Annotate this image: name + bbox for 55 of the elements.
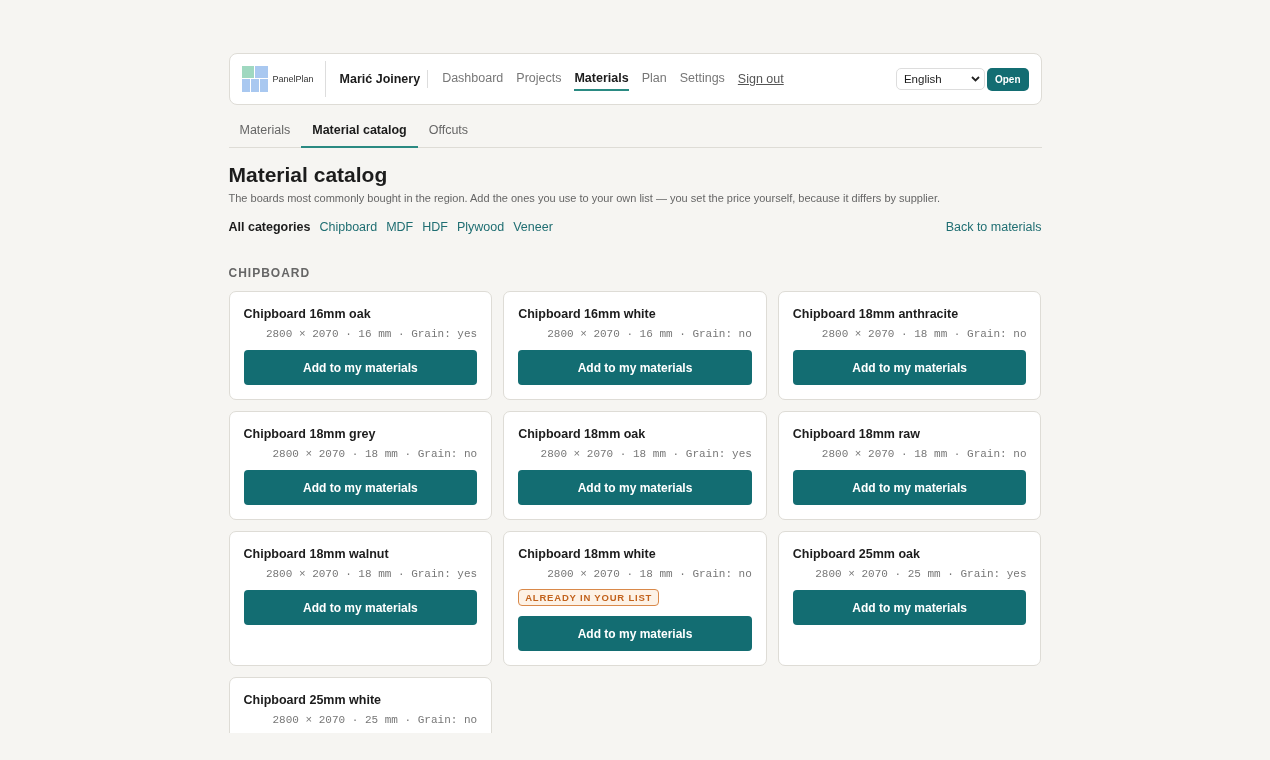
material-spec: 2800 × 2070 · 16 mm · Grain: no — [546, 328, 752, 340]
material-name: Chipboard 18mm oak — [518, 427, 647, 441]
chevron-icon — [970, 76, 980, 82]
tab[interactable]: Material catalog — [301, 117, 418, 148]
material-name: Chipboard 18mm grey — [243, 427, 377, 441]
nav-link[interactable]: Dashboard — [442, 67, 504, 91]
material-spec: 2800 × 2070 · 18 mm · Grain: no — [271, 448, 478, 460]
material-name: Chipboard 18mm anthracite — [792, 307, 960, 321]
material-spec: 2800 × 2070 · 18 mm · Grain: no — [820, 448, 1027, 460]
category-filter[interactable]: Plywood — [456, 220, 505, 234]
material-name: Chipboard 25mm oak — [792, 547, 921, 561]
back-link[interactable]: Back to materials — [945, 220, 1042, 234]
tab[interactable]: Offcuts — [417, 117, 480, 148]
material-spec: 2800 × 2070 · 18 mm · Grain: no — [820, 328, 1027, 340]
add-button[interactable]: Add to my materials — [243, 590, 478, 625]
nav-link[interactable]: Projects — [516, 67, 562, 91]
add-button[interactable]: Add to my materials — [518, 616, 752, 651]
sign-out-link[interactable]: Sign out — [737, 72, 784, 86]
add-button[interactable]: Add to my materials — [518, 470, 752, 505]
material-spec: 2800 × 2070 · 18 mm · Grain: no — [546, 568, 752, 580]
page-title: Material catalog — [228, 163, 389, 187]
language-select[interactable]: English — [895, 68, 985, 90]
add-button[interactable]: Add to my materials — [518, 350, 752, 385]
material-spec: 2800 × 2070 · 18 mm · Grain: yes — [539, 448, 752, 460]
page-description: The boards most commonly bought in the region. Add the ones you use to your own list — you set the price yourself, because it differs by supplier. — [228, 192, 942, 204]
material-name: Chipboard 16mm white — [518, 307, 657, 321]
section-heading: CHIPBOARD — [228, 266, 312, 280]
add-button[interactable]: Add to my materials — [792, 350, 1027, 385]
material-name: Chipboard 18mm white — [518, 547, 657, 561]
open-button[interactable]: Open — [986, 67, 1029, 91]
category-filter[interactable]: Chipboard — [319, 220, 378, 234]
nav-link[interactable]: Plan — [641, 67, 667, 91]
material-spec: 2800 × 2070 · 18 mm · Grain: yes — [264, 568, 478, 580]
add-button[interactable]: Add to my materials — [243, 350, 478, 385]
material-name: Chipboard 18mm walnut — [243, 547, 390, 561]
logo-text: PanelPlan — [272, 74, 314, 84]
tab[interactable]: Materials — [228, 117, 302, 148]
logo-icon — [241, 66, 268, 92]
category-filter[interactable]: HDF — [422, 220, 448, 234]
material-name: Chipboard 18mm raw — [792, 427, 921, 441]
material-name: Chipboard 16mm oak — [243, 307, 372, 321]
material-name: Chipboard 25mm white — [243, 693, 383, 707]
material-spec: 2800 × 2070 · 25 mm · Grain: no — [271, 714, 478, 726]
nav-link[interactable]: Settings — [679, 67, 725, 91]
add-button[interactable]: Add to my materials — [792, 590, 1027, 625]
category-filter[interactable]: All categories — [228, 220, 311, 234]
nav-link[interactable]: Materials — [574, 67, 629, 91]
category-filter[interactable]: Veneer — [513, 220, 553, 234]
category-filter[interactable]: MDF — [386, 220, 414, 234]
add-button[interactable]: Add to my materials — [243, 470, 478, 505]
add-button[interactable]: Add to my materials — [792, 470, 1027, 505]
workshop-name: Marić Joinery — [325, 70, 429, 88]
material-spec: 2800 × 2070 · 25 mm · Grain: yes — [814, 568, 1027, 580]
status-badge: ALREADY IN YOUR LIST — [518, 589, 660, 606]
material-spec: 2800 × 2070 · 16 mm · Grain: yes — [264, 328, 478, 340]
